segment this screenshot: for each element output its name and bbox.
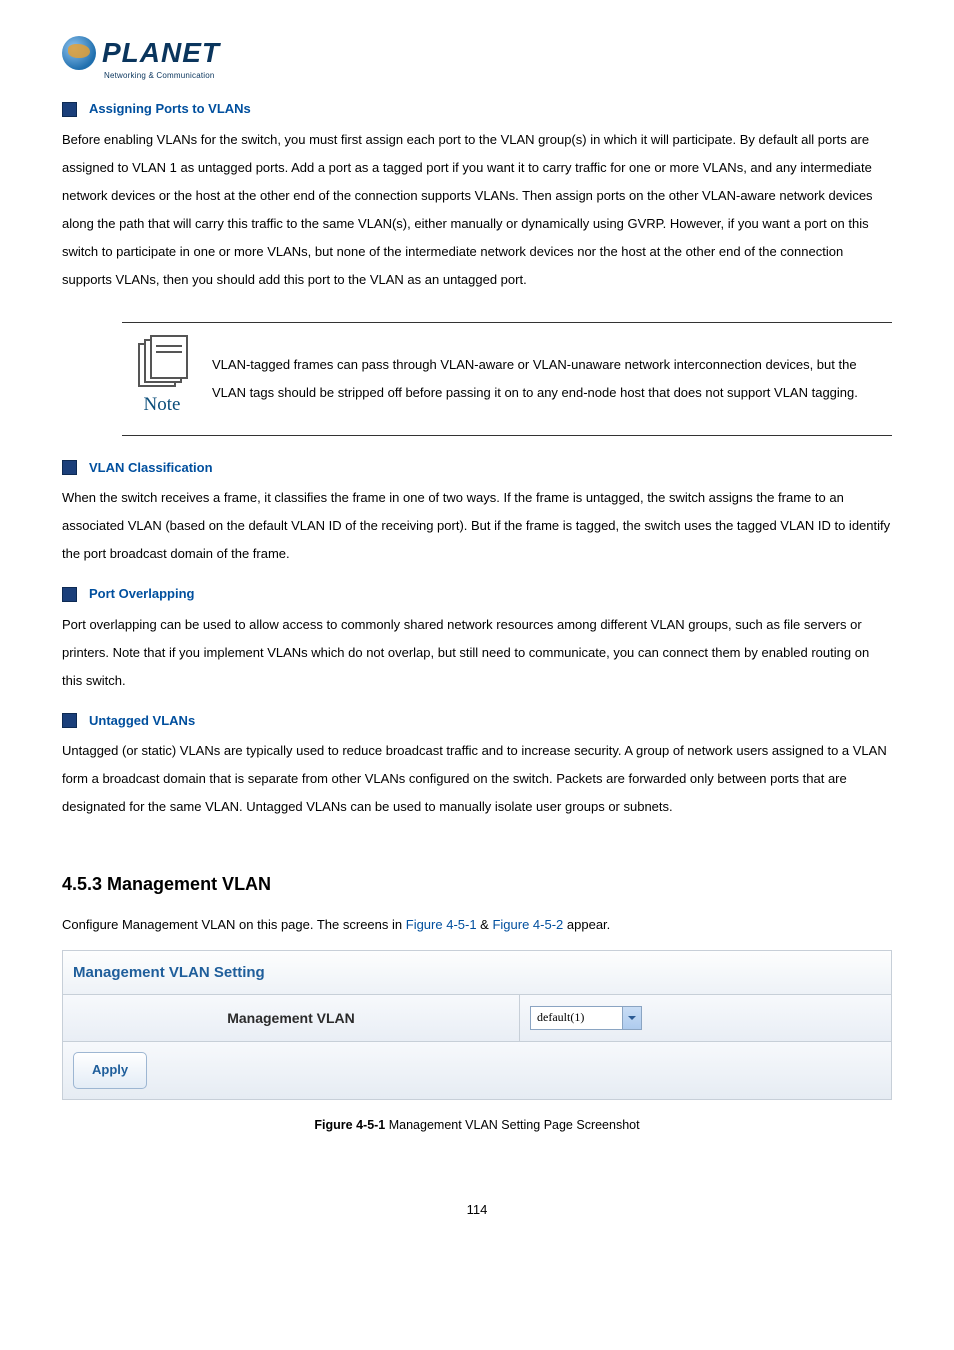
- page-number: 114: [62, 1198, 892, 1223]
- panel-title: Management VLAN Setting: [63, 951, 891, 995]
- figure-link-4-5-2[interactable]: Figure 4-5-2: [492, 917, 563, 932]
- globe-icon: [62, 36, 96, 70]
- note-callout: Note VLAN-tagged frames can pass through…: [122, 322, 892, 436]
- note-text: VLAN-tagged frames can pass through VLAN…: [202, 351, 882, 407]
- mgmt-vlan-dropdown[interactable]: default(1): [530, 1006, 642, 1030]
- heading-vlan-classification: VLAN Classification: [62, 456, 892, 481]
- square-bullet-icon: [62, 460, 77, 475]
- brand-tagline: Networking & Communication: [104, 68, 892, 83]
- note-document-icon: [138, 335, 186, 383]
- figure-caption-text: Management VLAN Setting Page Screenshot: [385, 1118, 639, 1132]
- note-label: Note: [144, 387, 181, 423]
- apply-button[interactable]: Apply: [73, 1052, 147, 1089]
- figure-caption: Figure 4-5-1 Management VLAN Setting Pag…: [62, 1114, 892, 1138]
- brand-logo: PLANET Networking & Communication: [62, 36, 892, 83]
- intro-text-mid: &: [477, 917, 493, 932]
- mgmt-vlan-setting-panel: Management VLAN Setting Management VLAN …: [62, 950, 892, 1100]
- apply-button-label: Apply: [92, 1058, 128, 1083]
- heading-text: VLAN Classification: [89, 456, 213, 481]
- intro-text-pre: Configure Management VLAN on this page. …: [62, 917, 406, 932]
- dropdown-value: default(1): [531, 1007, 622, 1029]
- paragraph-classification: When the switch receives a frame, it cla…: [62, 484, 892, 568]
- heading-text: Assigning Ports to VLANs: [89, 97, 251, 122]
- heading-text: Port Overlapping: [89, 582, 194, 607]
- square-bullet-icon: [62, 102, 77, 117]
- figure-caption-number: Figure 4-5-1: [314, 1118, 385, 1132]
- brand-name: PLANET: [102, 39, 220, 67]
- intro-text-post: appear.: [563, 917, 610, 932]
- paragraph-overlapping: Port overlapping can be used to allow ac…: [62, 611, 892, 695]
- heading-untagged-vlans: Untagged VLANs: [62, 709, 892, 734]
- square-bullet-icon: [62, 713, 77, 728]
- chevron-down-icon: [622, 1007, 641, 1029]
- heading-port-overlapping: Port Overlapping: [62, 582, 892, 607]
- paragraph-assigning: Before enabling VLANs for the switch, yo…: [62, 126, 892, 294]
- paragraph-mgmt-intro: Configure Management VLAN on this page. …: [62, 915, 892, 936]
- row-label-mgmt-vlan: Management VLAN: [63, 995, 520, 1042]
- heading-assigning-ports: Assigning Ports to VLANs: [62, 97, 892, 122]
- panel-row-mgmt-vlan: Management VLAN default(1): [63, 995, 891, 1043]
- square-bullet-icon: [62, 587, 77, 602]
- paragraph-untagged: Untagged (or static) VLANs are typically…: [62, 737, 892, 821]
- figure-link-4-5-1[interactable]: Figure 4-5-1: [406, 917, 477, 932]
- heading-text: Untagged VLANs: [89, 709, 195, 734]
- section-title-mgmt-vlan: 4.5.3 Management VLAN: [62, 867, 892, 901]
